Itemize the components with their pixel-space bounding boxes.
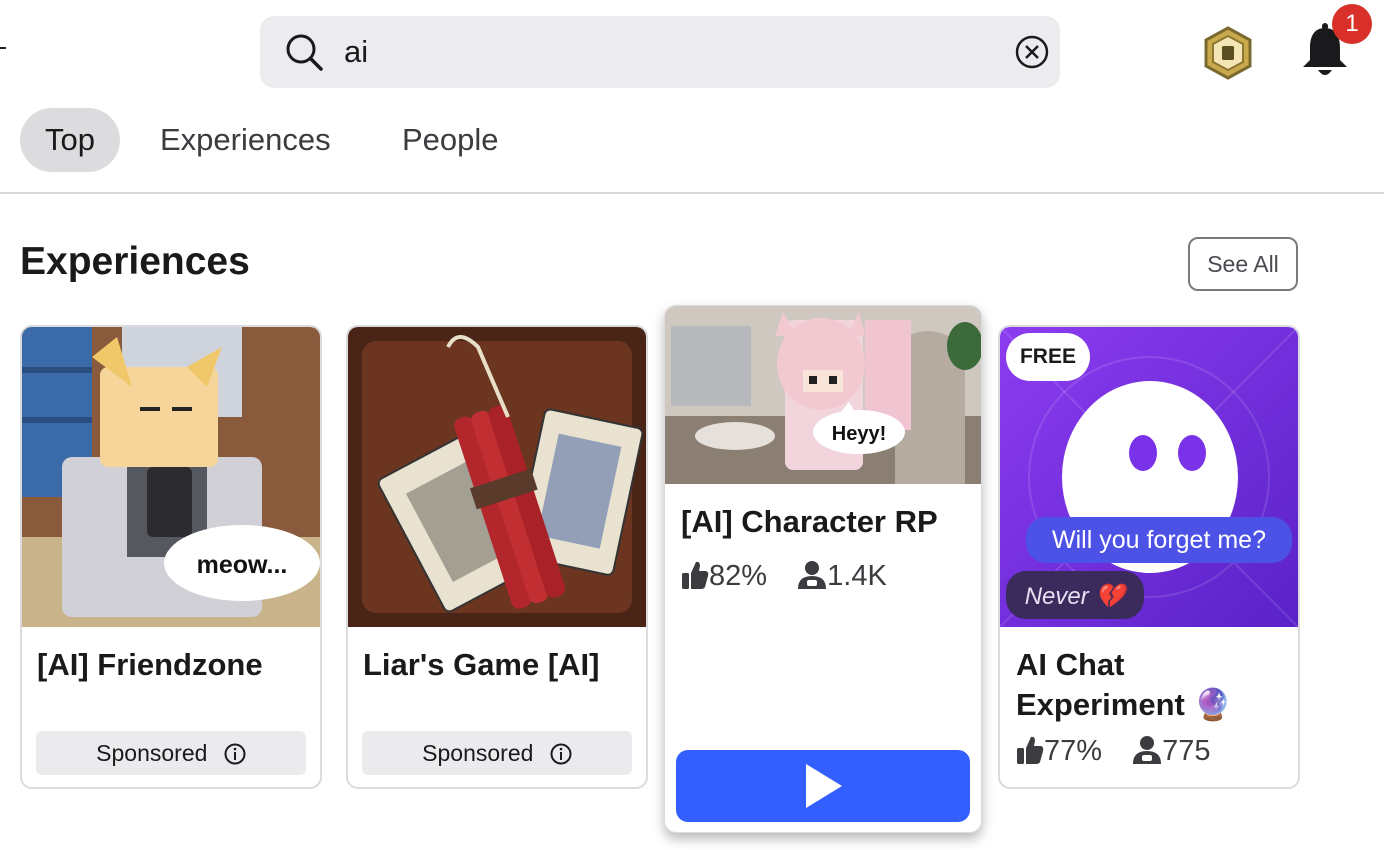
sponsored-label[interactable]: Sponsored — [362, 731, 632, 775]
experience-card-liars-game[interactable]: Liar's Game [AI] Sponsored — [346, 325, 648, 789]
thumbnail-bubble-1: Will you forget me? — [1052, 526, 1266, 554]
play-button[interactable] — [676, 750, 970, 822]
info-icon[interactable] — [550, 743, 572, 765]
players-value: 775 — [1162, 735, 1211, 767]
robux-icon[interactable] — [1200, 24, 1256, 82]
players-value: 1.4K — [827, 560, 887, 592]
card-stats: 77% 775 — [1016, 735, 1211, 768]
clear-icon[interactable] — [1014, 34, 1050, 70]
tab-people[interactable]: People — [402, 108, 499, 172]
sponsored-text: Sponsored — [422, 740, 534, 766]
tab-top[interactable]: Top — [20, 108, 120, 172]
experience-card-ai-chat[interactable]: Will you forget me? Never 💔 FREE AI Chat… — [998, 325, 1300, 789]
search-input[interactable] — [344, 30, 984, 74]
sponsored-text: Sponsored — [96, 740, 208, 766]
rating-value: 82% — [709, 560, 768, 592]
thumbs-up-icon — [1017, 736, 1044, 764]
card-title: Liar's Game [AI] — [363, 647, 600, 682]
experience-card-friendzone[interactable]: meow... [AI] Friendzone Sponsored — [20, 325, 322, 789]
section-title: Experiences — [20, 240, 250, 283]
tabs-divider — [0, 192, 1384, 194]
play-icon — [806, 764, 842, 808]
info-icon[interactable] — [224, 743, 246, 765]
card-thumbnail: Heyy! — [665, 306, 981, 484]
see-all-button[interactable]: See All — [1188, 237, 1298, 291]
rating-value: 77% — [1044, 735, 1103, 767]
thumbnail-bubble-2: Never 💔 — [1025, 583, 1132, 610]
card-stats: 82% 1.4K — [681, 560, 887, 593]
players-icon — [1133, 736, 1162, 764]
tab-experiences[interactable]: Experiences — [160, 108, 331, 172]
search-icon — [286, 34, 323, 71]
players-icon — [798, 561, 827, 589]
card-thumbnail: meow... — [22, 327, 320, 627]
free-badge: FREE — [1006, 333, 1090, 381]
card-thumbnail — [348, 327, 646, 627]
notification-badge: 1 — [1332, 4, 1372, 44]
thumbnail-bubble: Heyy! — [832, 423, 886, 445]
card-title: AI Chat Experiment 🔮 — [1016, 647, 1233, 722]
back-button[interactable] — [0, 47, 6, 49]
thumbnail-bubble: meow... — [197, 551, 288, 579]
card-title: [AI] Friendzone — [37, 647, 263, 682]
search-bar[interactable] — [260, 16, 1060, 88]
thumbs-up-icon — [682, 561, 709, 589]
experience-card-character-rp[interactable]: Heyy! [AI] Character RP 82% 1.4K — [664, 305, 982, 833]
sponsored-label[interactable]: Sponsored — [36, 731, 306, 775]
card-title: [AI] Character RP — [681, 504, 938, 539]
